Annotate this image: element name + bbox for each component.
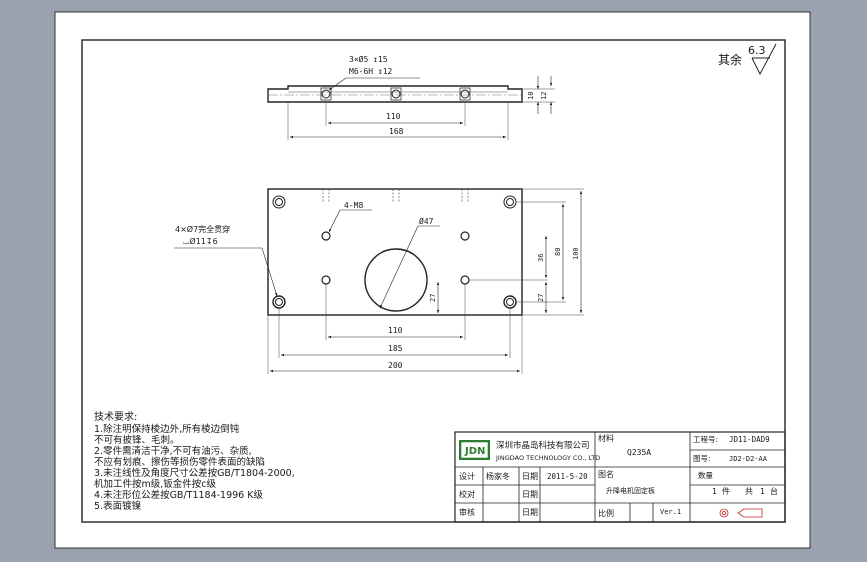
- quantity-label: 数量: [698, 470, 713, 480]
- dim-top-12: 12: [540, 92, 548, 100]
- material-label: 材料: [598, 433, 614, 443]
- drawing-name-label: 图名: [598, 469, 614, 479]
- counterbore-callout-1: 4×Ø7完全贯穿: [175, 224, 230, 234]
- top-hole-callout-2: M6-6H ↧12: [349, 67, 393, 76]
- roughness-label: 其余: [718, 52, 742, 67]
- quantity-value: 1: [712, 487, 717, 496]
- company-name-en: JINGDAO TECHNOLOGY CO., LTD: [495, 454, 600, 462]
- dim-front-27-right: 27: [537, 294, 545, 302]
- dim-front-36: 36: [537, 254, 545, 262]
- company-name-cn: 深圳市晶岛科技有限公司: [496, 440, 590, 451]
- dim-front-185: 185: [388, 344, 403, 353]
- tech-req-line: 4.未注形位公差按GB/T1184-1996 K级: [94, 489, 263, 501]
- tech-req-line: 3.未注线性及角度尺寸公差按GB/T1804-2000,: [94, 467, 295, 479]
- counterbore-callout-2: ⌴Ø11↧6: [183, 236, 218, 246]
- material-value: Q235A: [627, 448, 651, 457]
- tech-req-line: 不应有划痕、擦伤等损伤零件表面的缺陷: [94, 456, 265, 468]
- dim-top-168: 168: [389, 127, 404, 136]
- tech-req-title: 技术要求:: [94, 410, 137, 423]
- designer-label: 设计: [459, 471, 475, 481]
- dim-front-100: 100: [572, 247, 580, 260]
- top-hole-callout-1: 3×Ø5 ↧15: [349, 54, 388, 64]
- approve-date-label: 日期: [522, 508, 538, 517]
- project-no-value: JD11-DAD9: [729, 435, 770, 444]
- drawing-no-label: 图号:: [693, 454, 711, 463]
- quantity-unit: 件: [722, 486, 730, 496]
- dim-front-80: 80: [554, 248, 562, 256]
- total-value: 1: [760, 487, 765, 496]
- check-label: 校对: [459, 489, 475, 499]
- dim-front-27-center: 27: [429, 294, 437, 302]
- dim-top-110: 110: [386, 112, 401, 121]
- drawing-name-value: 升降电机固定板: [606, 486, 655, 495]
- tech-req-line: 5.表面镀镍: [94, 500, 142, 512]
- dim-front-200: 200: [388, 361, 403, 370]
- tech-req-line: 1.除注明保持棱边外,所有棱边倒钝: [94, 423, 240, 435]
- tech-req-line: 机加工件按m级,钣金件按c级: [94, 478, 216, 490]
- designer-value: 杨家冬: [486, 471, 510, 481]
- tech-req-line: 2.零件需清洁干净,不可有油污、杂质,: [94, 445, 252, 457]
- date-value: 2011-5-20: [547, 472, 588, 481]
- dim-front-110: 110: [388, 326, 403, 335]
- total-unit: 台: [770, 486, 778, 496]
- drawing-no-value: JD2-D2-AA: [729, 455, 768, 463]
- bore-diameter-label: Ø47: [419, 216, 434, 226]
- total-label: 共: [745, 487, 753, 496]
- project-no-label: 工程号:: [693, 435, 718, 444]
- dim-top-10: 10: [527, 92, 535, 100]
- roughness-value: 6.3: [748, 44, 766, 57]
- logo-text: JDN: [464, 446, 485, 457]
- scale-label: 比例: [598, 508, 614, 518]
- drawing-sheet: 其余 6.3 3×Ø5 ↧15 M6-6H ↧12 110 168 10 12 …: [54, 11, 811, 549]
- thread-callout: 4-M8: [344, 201, 363, 210]
- check-date-label: 日期: [522, 490, 538, 499]
- approve-label: 审核: [459, 507, 475, 517]
- tech-req-line: 不可有披锋、毛刺。: [94, 434, 180, 446]
- version-value: Ver.1: [660, 508, 681, 516]
- date-label: 日期: [522, 472, 538, 481]
